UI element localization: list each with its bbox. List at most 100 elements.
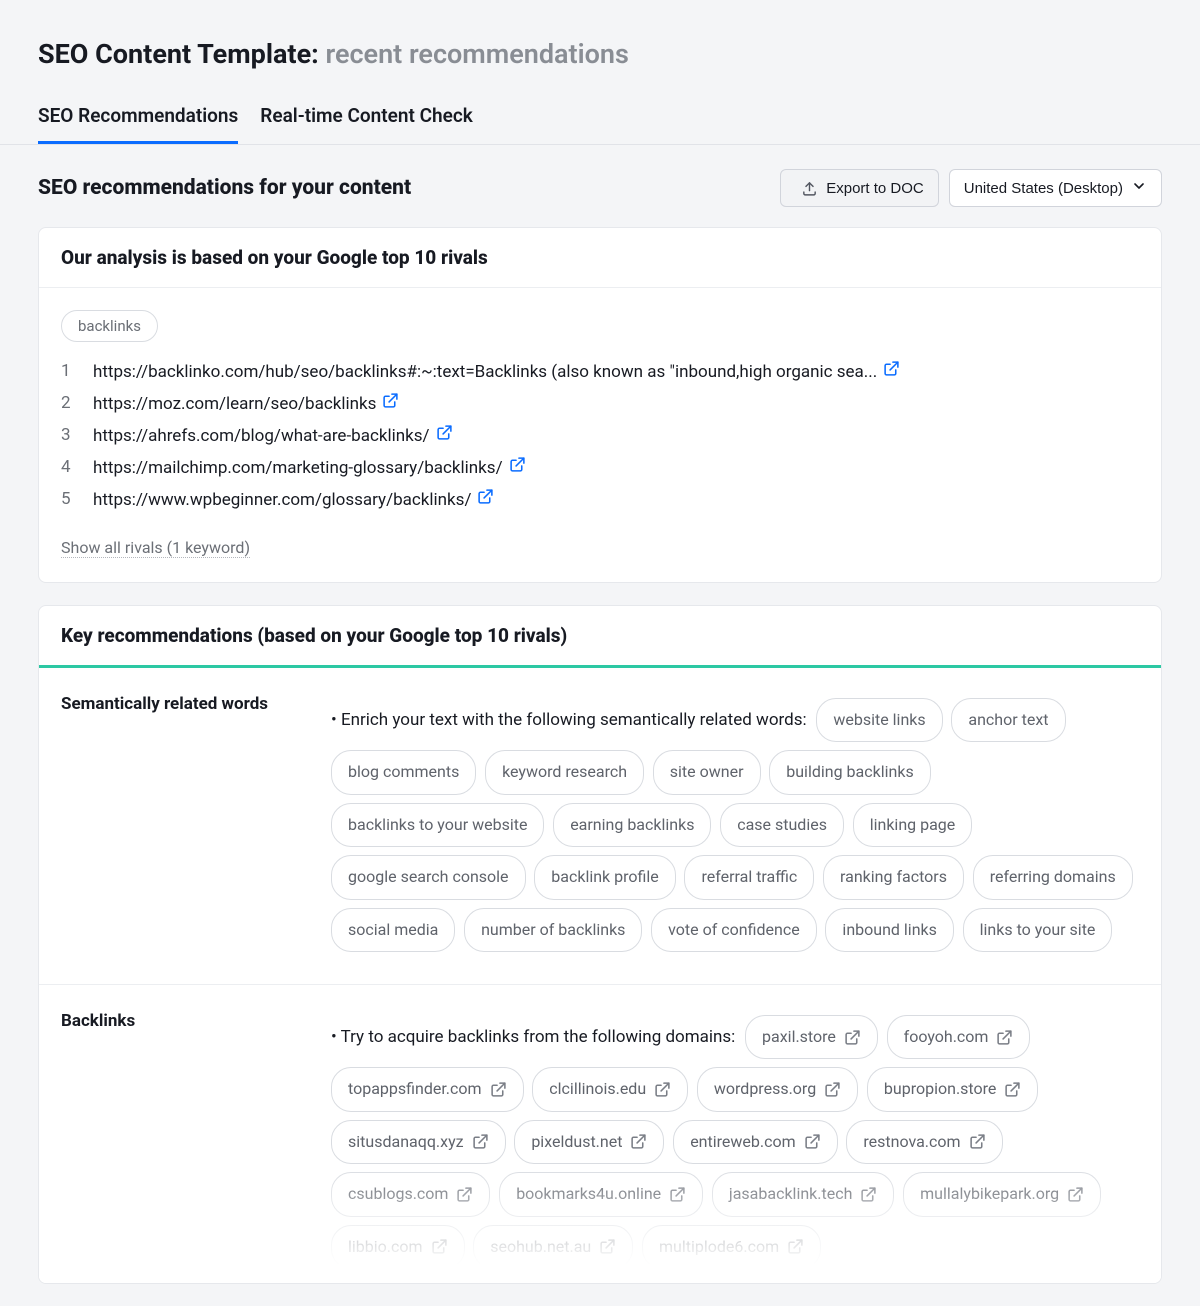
tabs: SEO Recommendations Real-time Content Che… [0,104,1200,145]
page-title: SEO Content Template: recent recommendat… [38,38,1162,70]
external-link-icon [1004,1081,1021,1098]
upload-icon [801,180,818,197]
semantic-word-pill[interactable]: case studies [720,803,844,847]
external-link-icon [431,1238,448,1255]
backlink-domain-pill[interactable]: paxil.store [745,1015,878,1059]
external-link-icon [669,1186,686,1203]
backlink-domain-pill[interactable]: csublogs.com [331,1172,490,1216]
backlink-domain-pill[interactable]: entireweb.com [673,1120,837,1164]
rival-item: 1 https://backlinko.com/hub/seo/backlinks… [61,360,1139,382]
semantic-word-pill[interactable]: ranking factors [823,855,964,899]
rival-link[interactable]: https://ahrefs.com/blog/what-are-backlin… [93,426,430,446]
backlink-domain-pill[interactable]: jasabacklink.tech [712,1172,895,1216]
semantic-word-pill[interactable]: building backlinks [769,750,930,794]
key-recommendations-card: Key recommendations (based on your Googl… [38,605,1162,1284]
semantic-word-pill[interactable]: website links [816,698,942,742]
rival-index: 3 [61,425,75,445]
semantic-word-pill[interactable]: backlinks to your website [331,803,544,847]
backlink-domain-pill[interactable]: mullalybikepark.org [903,1172,1101,1216]
rivals-card: Our analysis is based on your Google top… [38,227,1162,583]
semantic-word-pill[interactable]: linking page [853,803,973,847]
external-link-icon [1067,1186,1084,1203]
rival-index: 2 [61,393,75,413]
rival-link[interactable]: https://moz.com/learn/seo/backlinks [93,394,376,414]
external-link-icon[interactable] [509,456,526,473]
semantic-words-lead: Enrich your text with the following sema… [331,710,807,730]
tab-seo-recommendations[interactable]: SEO Recommendations [38,104,238,144]
external-link-icon [969,1133,986,1150]
backlinks-row: Backlinks Try to acquire backlinks from … [39,985,1161,1283]
external-link-icon [654,1081,671,1098]
rival-index: 4 [61,457,75,477]
semantic-word-pill[interactable]: earning backlinks [553,803,711,847]
backlink-domain-pill[interactable]: wordpress.org [697,1067,858,1111]
semantic-word-pill[interactable]: number of backlinks [464,908,642,952]
semantic-word-pill[interactable]: google search console [331,855,526,899]
rival-item: 3 https://ahrefs.com/blog/what-are-backli… [61,424,1139,446]
external-link-icon [860,1186,877,1203]
rival-item: 4 https://mailchimp.com/marketing-glossar… [61,456,1139,478]
external-link-icon[interactable] [382,392,399,409]
backlink-domain-pill[interactable]: restnova.com [846,1120,1002,1164]
rival-index: 5 [61,489,75,509]
semantic-word-pill[interactable]: links to your site [963,908,1113,952]
rivals-card-title: Our analysis is based on your Google top… [39,228,1161,288]
external-link-icon [599,1238,616,1255]
semantic-word-pill[interactable]: referral traffic [684,855,814,899]
external-link-icon[interactable] [883,360,900,377]
semantic-words-label: Semantically related words [61,694,311,956]
chevron-down-icon [1131,178,1147,198]
external-link-icon[interactable] [436,424,453,441]
external-link-icon [472,1133,489,1150]
external-link-icon [996,1029,1013,1046]
external-link-icon [456,1186,473,1203]
semantic-words-row: Semantically related words Enrich your t… [39,668,1161,985]
rival-link[interactable]: https://backlinko.com/hub/seo/backlinks#… [93,362,877,382]
title-main: SEO Content Template: [38,38,319,70]
external-link-icon [844,1029,861,1046]
tab-real-time-content-check[interactable]: Real-time Content Check [260,104,472,144]
semantic-word-pill[interactable]: backlink profile [534,855,675,899]
external-link-icon [787,1238,804,1255]
external-link-icon [824,1081,841,1098]
key-recommendations-title: Key recommendations (based on your Googl… [39,606,1161,665]
backlink-domain-pill[interactable]: multiplode6.com [642,1225,821,1269]
backlink-domain-pill[interactable]: clcillinois.edu [532,1067,688,1111]
external-link-icon[interactable] [477,488,494,505]
semantic-word-pill[interactable]: blog comments [331,750,476,794]
external-link-icon [490,1081,507,1098]
backlink-domain-pill[interactable]: topappsfinder.com [331,1067,524,1111]
show-all-rivals-link[interactable]: Show all rivals (1 keyword) [61,538,250,558]
rival-link[interactable]: https://mailchimp.com/marketing-glossary… [93,458,503,478]
title-sub: recent recommendations [325,38,628,70]
semantic-word-pill[interactable]: social media [331,908,455,952]
region-select[interactable]: United States (Desktop) [949,169,1162,207]
export-button-label: Export to DOC [826,180,924,197]
backlinks-lead: Try to acquire backlinks from the follow… [331,1027,735,1047]
backlink-domain-pill[interactable]: libbio.com [331,1225,465,1269]
rival-item: 5 https://www.wpbeginner.com/glossary/bac… [61,488,1139,510]
rival-link[interactable]: https://www.wpbeginner.com/glossary/back… [93,490,471,510]
semantic-word-pill[interactable]: referring domains [973,855,1133,899]
backlink-domain-pill[interactable]: seohub.net.au [473,1225,633,1269]
backlink-domain-pill[interactable]: fooyoh.com [887,1015,1031,1059]
backlink-domain-pill[interactable]: situsdanaqq.xyz [331,1120,506,1164]
semantic-word-pill[interactable]: vote of confidence [651,908,817,952]
external-link-icon [804,1133,821,1150]
semantic-word-pill[interactable]: anchor text [951,698,1065,742]
backlinks-label: Backlinks [61,1011,311,1273]
section-heading: SEO recommendations for your content [38,176,411,200]
external-link-icon [630,1133,647,1150]
keyword-chip[interactable]: backlinks [61,310,158,342]
rivals-list: 1 https://backlinko.com/hub/seo/backlinks… [61,360,1139,510]
export-button[interactable]: Export to DOC [780,169,939,207]
backlink-domain-pill[interactable]: bookmarks4u.online [499,1172,703,1216]
rival-item: 2 https://moz.com/learn/seo/backlinks [61,392,1139,414]
rival-index: 1 [61,361,75,381]
backlink-domain-pill[interactable]: pixeldust.net [514,1120,664,1164]
semantic-word-pill[interactable]: site owner [653,750,761,794]
semantic-word-pill[interactable]: keyword research [485,750,644,794]
backlink-domain-pill[interactable]: bupropion.store [867,1067,1038,1111]
semantic-word-pill[interactable]: inbound links [825,908,953,952]
region-select-label: United States (Desktop) [964,180,1123,197]
